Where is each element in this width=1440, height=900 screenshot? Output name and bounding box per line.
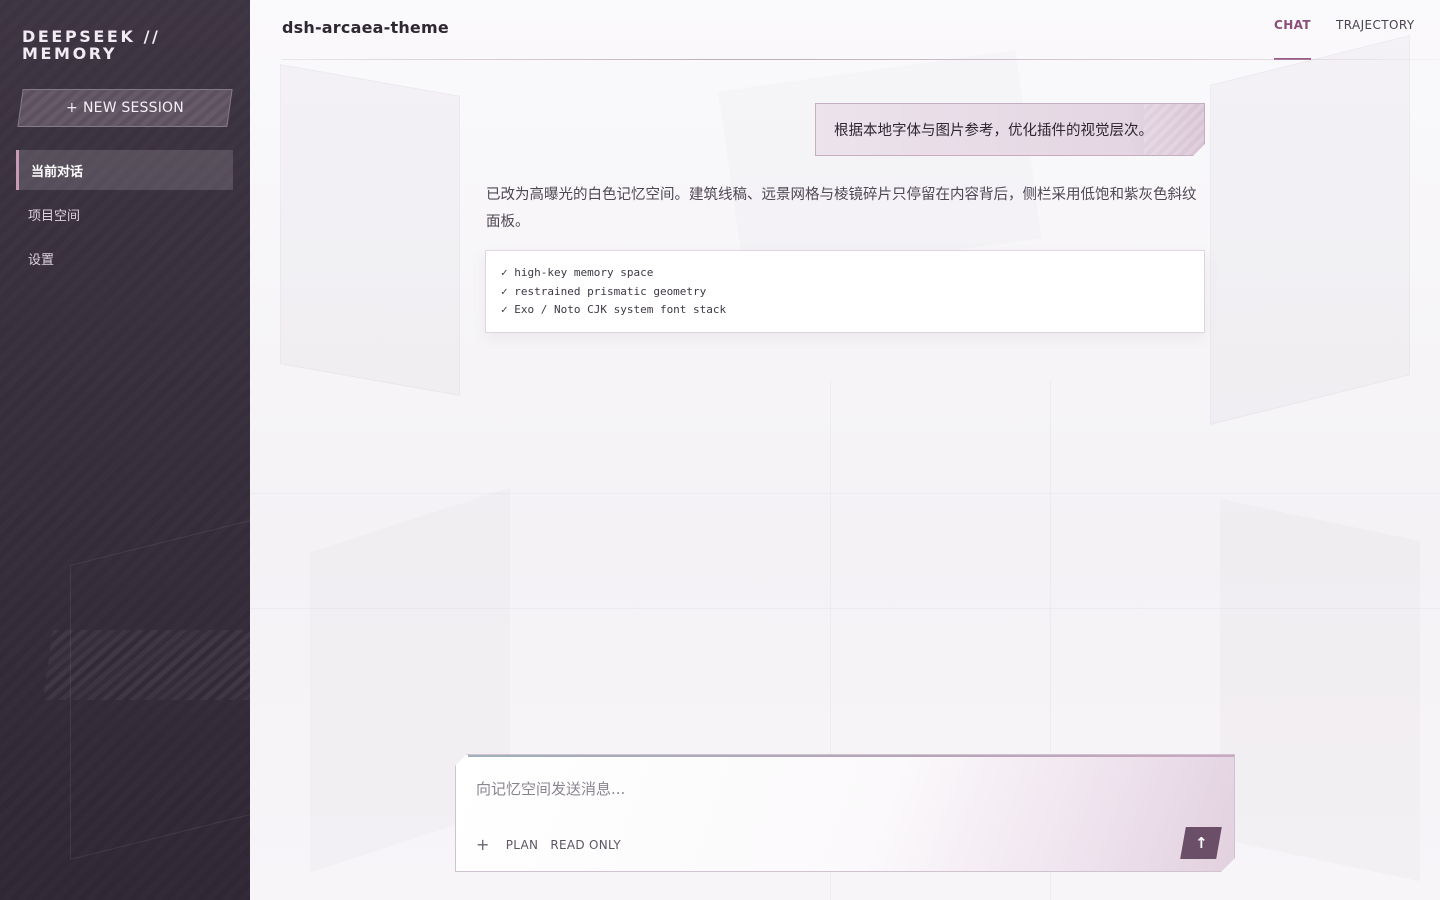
message-input[interactable] <box>476 777 1176 801</box>
send-button[interactable]: ↑ <box>1180 827 1222 859</box>
brand-line-2: MEMORY <box>22 44 118 63</box>
assistant-message-text: 已改为高曝光的白色记忆空间。建筑线稿、远景网格与棱镜碎片只停留在内容背后，侧栏采… <box>486 187 1197 230</box>
message-composer: + PLAN READ ONLY ↑ <box>455 754 1235 872</box>
sidebar-item-label: 项目空间 <box>28 208 81 224</box>
background-prism <box>1220 498 1420 882</box>
main-area: dsh-arcaea-theme CHAT TRAJECTORY 根据本地字体与… <box>250 0 1440 900</box>
page-title: dsh-arcaea-theme <box>282 18 449 37</box>
sidebar-decoration-stripes <box>43 630 250 700</box>
tab-chat[interactable]: CHAT <box>1274 18 1311 60</box>
user-message-bubble: 根据本地字体与图片参考，优化插件的视觉层次。 <box>815 103 1205 156</box>
add-attachment-icon[interactable]: + <box>472 835 494 854</box>
sidebar-item-label: 设置 <box>28 252 55 268</box>
plan-toggle[interactable]: PLAN <box>506 838 539 852</box>
background-prism <box>280 64 460 396</box>
code-line: ✓ high-key memory space <box>501 266 654 279</box>
brand-line-1: DEEPSEEK // <box>22 27 161 46</box>
code-line: ✓ restrained prismatic geometry <box>501 284 707 298</box>
code-line: ✓ Exo / Noto CJK system font stack <box>501 303 727 316</box>
background-prism <box>718 50 1042 280</box>
user-message-text: 根据本地字体与图片参考，优化插件的视觉层次。 <box>834 123 1153 139</box>
new-session-label: NEW SESSION <box>83 100 185 116</box>
sidebar-item-project-space[interactable]: 项目空间 <box>16 194 233 234</box>
sidebar-item-settings[interactable]: 设置 <box>16 238 233 278</box>
assistant-code-block: ✓ high-key memory space ✓ restrained pri… <box>485 250 1205 333</box>
new-session-button[interactable]: + NEW SESSION <box>17 89 233 127</box>
sidebar-item-current-chat[interactable]: 当前对话 <box>16 150 233 190</box>
composer-toolbar: + PLAN READ ONLY <box>472 835 621 854</box>
background-grid-line <box>250 608 1440 609</box>
read-only-toggle[interactable]: READ ONLY <box>550 838 621 852</box>
background-grid-line <box>250 493 1440 494</box>
sidebar-nav: 当前对话 项目空间 设置 <box>16 150 233 282</box>
arrow-up-icon: ↑ <box>1194 834 1208 852</box>
sidebar: DEEPSEEK // MEMORY + NEW SESSION 当前对话 项目… <box>0 0 250 900</box>
tab-trajectory[interactable]: TRAJECTORY <box>1336 18 1415 60</box>
sidebar-item-label: 当前对话 <box>31 164 84 180</box>
plus-icon: + <box>65 100 78 116</box>
brand-logo: DEEPSEEK // MEMORY <box>22 28 161 62</box>
top-bar: dsh-arcaea-theme CHAT TRAJECTORY <box>250 0 1440 60</box>
background-prism <box>1210 35 1410 425</box>
